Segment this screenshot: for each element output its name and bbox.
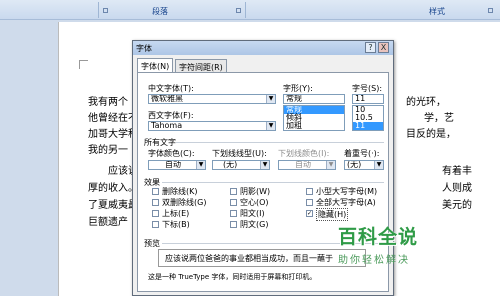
list-item[interactable]: 11: [353, 122, 383, 130]
dialog-launcher-icon[interactable]: [488, 8, 493, 13]
doc-line[interactable]: 他曾经在不: [88, 113, 138, 125]
tab-character-spacing[interactable]: 字符间距(R): [175, 59, 227, 72]
western-font-label: 西文字体(F):: [148, 111, 194, 120]
dialog-title: 字体: [136, 44, 152, 53]
underline-style-label: 下划线线型(U):: [212, 149, 267, 158]
all-caps-checkbox[interactable]: [306, 199, 313, 206]
ribbon-separator: [245, 2, 246, 18]
emphasis-mark-select[interactable]: (无) ▼: [344, 160, 384, 170]
doc-line-fragment[interactable]: 的光环，: [406, 97, 446, 109]
engrave-label[interactable]: 阴文(G): [240, 219, 268, 230]
crop-mark: [79, 60, 88, 69]
divider: [162, 182, 384, 183]
hidden-label[interactable]: 隐藏(H): [316, 208, 349, 221]
tab-font[interactable]: 字体(N): [137, 58, 174, 73]
emboss-label[interactable]: 阳文(I): [240, 208, 265, 219]
small-caps-checkbox[interactable]: [306, 188, 313, 195]
superscript-checkbox[interactable]: [152, 210, 159, 217]
doc-line-fragment[interactable]: 美元的: [442, 200, 472, 212]
font-size-value: 11: [355, 94, 366, 103]
engrave-checkbox[interactable]: [230, 221, 237, 228]
subscript-label[interactable]: 下标(B): [162, 219, 190, 230]
divider: [176, 142, 384, 143]
effects-group-label: 效果: [144, 178, 160, 187]
font-size-input[interactable]: 11: [352, 94, 384, 104]
western-font-value: Tahoma: [151, 121, 183, 130]
font-style-label: 字形(Y):: [283, 84, 313, 93]
outline-checkbox[interactable]: [230, 199, 237, 206]
double-strikethrough-checkbox[interactable]: [152, 199, 159, 206]
underline-style-select[interactable]: (无) ▼: [212, 160, 270, 170]
font-size-list[interactable]: 10 10.5 11: [352, 105, 384, 131]
western-font-select[interactable]: Tahoma ▼: [148, 121, 276, 131]
ribbon-separator: [98, 2, 99, 18]
font-style-input[interactable]: 常规: [283, 94, 345, 104]
small-caps-label[interactable]: 小型大写字母(M): [316, 186, 377, 197]
double-strikethrough-label[interactable]: 双删除线(G): [162, 197, 206, 208]
doc-line[interactable]: 巨额遗产: [88, 217, 128, 229]
hidden-checkbox[interactable]: ✓: [306, 210, 313, 217]
chevron-down-icon: ▼: [326, 161, 335, 169]
superscript-label[interactable]: 上标(E): [162, 208, 189, 219]
underline-color-select: 自动 ▼: [278, 160, 336, 170]
chinese-font-label: 中文字体(T):: [148, 84, 194, 93]
font-preview-box: 应该说两位爸爸的事业都相当成功，而且一蘸于: [158, 249, 366, 267]
font-style-list[interactable]: 常规 倾斜 加粗: [283, 105, 345, 131]
preview-text: 应该说两位爸爸的事业都相当成功，而且一蘸于: [165, 254, 333, 263]
close-button[interactable]: X: [378, 42, 389, 53]
font-color-value: 自动: [165, 160, 181, 169]
all-text-group-label: 所有文字: [144, 138, 176, 147]
doc-line-fragment[interactable]: 有着丰: [442, 166, 472, 178]
emboss-checkbox[interactable]: [230, 210, 237, 217]
chevron-down-icon[interactable]: ▼: [196, 161, 205, 169]
preview-group-label: 预览: [144, 239, 160, 248]
doc-line[interactable]: 我有两个: [88, 97, 128, 109]
chevron-down-icon[interactable]: ▼: [266, 95, 275, 103]
chevron-down-icon[interactable]: ▼: [374, 161, 383, 169]
doc-line-fragment[interactable]: 目反的是，: [406, 129, 456, 141]
chevron-down-icon[interactable]: ▼: [266, 122, 275, 130]
chinese-font-value: 微软雅黑: [151, 94, 183, 103]
doc-line[interactable]: 我的另一: [88, 145, 128, 157]
watermark-brand: 百科全说: [338, 226, 419, 248]
ribbon-bar: 段落 样式: [0, 0, 500, 20]
strikethrough-checkbox[interactable]: [152, 188, 159, 195]
ribbon-group-styles: 样式: [429, 7, 445, 16]
dialog-launcher-icon[interactable]: [103, 8, 108, 13]
chevron-down-icon[interactable]: ▼: [260, 161, 269, 169]
font-color-label: 字体颜色(C):: [148, 149, 195, 158]
truetype-note: 这是一种 TrueType 字体，同时适用于屏幕和打印机。: [148, 273, 317, 281]
doc-line-fragment[interactable]: 人则成: [442, 183, 472, 195]
all-caps-label[interactable]: 全部大写字母(A): [316, 197, 376, 208]
shadow-checkbox[interactable]: [230, 188, 237, 195]
font-color-select[interactable]: 自动 ▼: [148, 160, 206, 170]
strikethrough-label[interactable]: 删除线(K): [162, 186, 198, 197]
ribbon-group-paragraph: 段落: [152, 7, 168, 16]
help-button[interactable]: ?: [365, 42, 376, 53]
dialog-titlebar[interactable]: 字体 ? X: [133, 41, 393, 55]
watermark-logo: 百科全说 助你轻松解决: [338, 222, 418, 266]
doc-line-fragment[interactable]: 学，艺: [424, 113, 454, 125]
shadow-label[interactable]: 阴影(W): [240, 186, 270, 197]
emphasis-mark-value: (无): [347, 160, 362, 169]
doc-line[interactable]: 厚的收入。: [88, 183, 138, 195]
underline-color-label: 下划线颜色(I):: [278, 149, 330, 158]
chinese-font-select[interactable]: 微软雅黑 ▼: [148, 94, 276, 104]
dialog-launcher-icon[interactable]: [236, 8, 241, 13]
doc-line[interactable]: 了夏威夷最: [88, 200, 138, 212]
underline-style-value: (无): [223, 160, 238, 169]
underline-color-value: 自动: [295, 160, 311, 169]
doc-line[interactable]: 加哥大学科: [88, 129, 138, 141]
font-style-value: 常规: [286, 94, 302, 103]
subscript-checkbox[interactable]: [152, 221, 159, 228]
outline-label[interactable]: 空心(O): [240, 197, 269, 208]
font-size-label: 字号(S):: [352, 84, 383, 93]
list-item[interactable]: 加粗: [284, 122, 344, 130]
watermark-tagline: 助你轻松解决: [338, 255, 410, 266]
emphasis-mark-label: 着重号(·):: [344, 149, 380, 158]
